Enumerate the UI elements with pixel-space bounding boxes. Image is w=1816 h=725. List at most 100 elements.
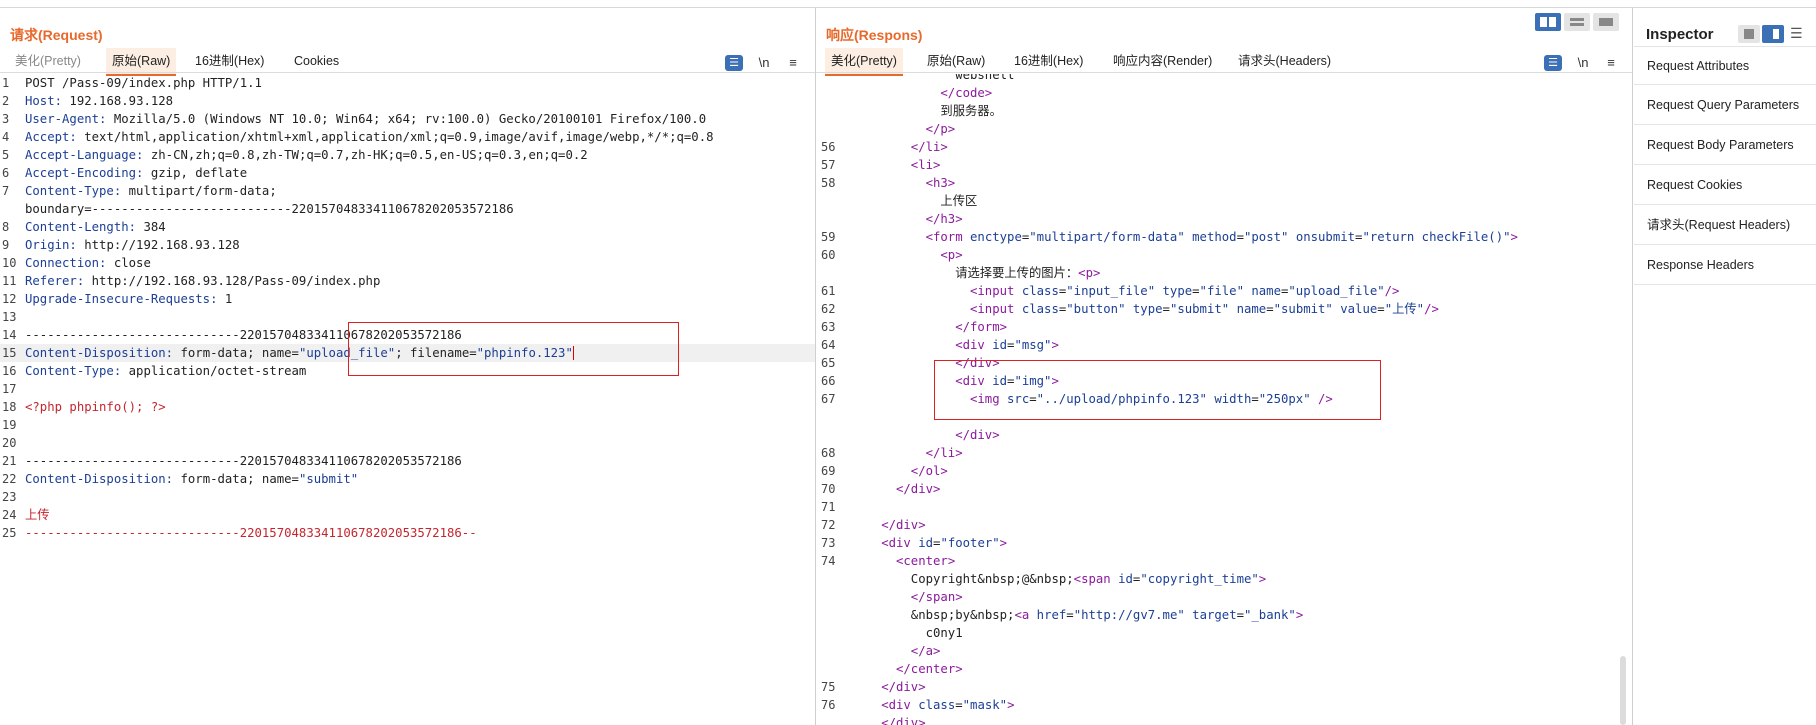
response-line[interactable]: </div> [816, 714, 1632, 725]
tab-response-hex[interactable]: 16进制(Hex) [1010, 48, 1087, 74]
request-line[interactable]: 8 Content-Length: 384 [0, 218, 815, 236]
request-line[interactable]: 23 [0, 488, 815, 506]
request-line[interactable]: 17 [0, 380, 815, 398]
inspector-settings-icon[interactable]: ☰ [1790, 25, 1803, 42]
response-line[interactable]: 74 <center> [816, 552, 1632, 570]
response-line[interactable]: webshell [816, 74, 1632, 84]
wrap-toggle-icon[interactable]: ☰ [725, 55, 743, 71]
tab-response-headers[interactable]: 请求头(Headers) [1234, 48, 1335, 74]
request-line[interactable]: 24 上传 [0, 506, 815, 524]
inspector-request-query-parameters[interactable]: Request Query Parameters [1634, 86, 1816, 125]
request-line[interactable]: 11 Referer: http://192.168.93.128/Pass-09… [0, 272, 815, 290]
response-line[interactable]: 72 </div> [816, 516, 1632, 534]
response-line[interactable]: </code> [816, 84, 1632, 102]
response-line[interactable]: </p> [816, 120, 1632, 138]
response-line[interactable]: </h3> [816, 210, 1632, 228]
request-line[interactable]: 20 [0, 434, 815, 452]
response-line[interactable]: 59 <form enctype="multipart/form-data" me… [816, 228, 1632, 246]
line-text: </ol> [910, 464, 948, 478]
line-text: </div> [955, 428, 1000, 442]
response-line[interactable]: c0ny1 [816, 624, 1632, 642]
response-line[interactable]: 67 <img src="../upload/phpinfo.123" width… [816, 390, 1632, 408]
response-line[interactable]: </span> [816, 588, 1632, 606]
response-line[interactable]: 76 <div class="mask"> [816, 696, 1632, 714]
request-line[interactable]: 14 -----------------------------220157048… [0, 326, 815, 344]
response-line[interactable]: 69 </ol> [816, 462, 1632, 480]
request-line[interactable]: 3 User-Agent: Mozilla/5.0 (Windows NT 10.… [0, 110, 815, 128]
response-line[interactable]: 64 <div id="msg"> [816, 336, 1632, 354]
request-line[interactable]: 25 -----------------------------220157048… [0, 524, 815, 542]
request-editor[interactable]: 1 POST /Pass-09/index.php HTTP/1.1 2 Host: … [0, 74, 815, 725]
single-view-icon[interactable] [1593, 13, 1619, 31]
tab-request-cookies[interactable]: Cookies [290, 48, 343, 74]
line-text: <img src="../upload/phpinfo.123" width="… [970, 392, 1333, 406]
inspector-request-body-parameters[interactable]: Request Body Parameters [1634, 126, 1816, 165]
response-line[interactable]: </a> [816, 642, 1632, 660]
request-line[interactable]: 9 Origin: http://192.168.93.128 [0, 236, 815, 254]
inspector-request-attributes[interactable]: Request Attributes [1634, 46, 1816, 85]
response-line[interactable]: 70 </div> [816, 480, 1632, 498]
request-line[interactable]: 2 Host: 192.168.93.128 [0, 92, 815, 110]
request-line[interactable]: 4 Accept: text/html,application/xhtml+xml… [0, 128, 815, 146]
newline-icon[interactable]: \n [1574, 55, 1592, 71]
response-line[interactable]: &nbsp;by&nbsp;<a href="http://gv7.me" ta… [816, 606, 1632, 624]
response-editor[interactable]: webshell </code> 到服务器。 </p> 56 </li> 57 <li> 58 <… [816, 74, 1632, 725]
response-line[interactable]: </div> [816, 426, 1632, 444]
request-line[interactable]: 12 Upgrade-Insecure-Requests: 1 [0, 290, 815, 308]
response-scrollbar[interactable] [1620, 656, 1626, 725]
request-line[interactable]: 19 [0, 416, 815, 434]
response-line[interactable]: 61 <input class="input_file" type="file" … [816, 282, 1632, 300]
menu-icon[interactable]: ≡ [784, 55, 802, 71]
inspector-layout-left-icon[interactable] [1738, 25, 1760, 43]
stacked-view-icon[interactable] [1564, 13, 1590, 31]
newline-icon[interactable]: \n [755, 55, 773, 71]
line-number: 20 [2, 436, 17, 450]
response-line[interactable] [816, 408, 1632, 426]
response-line[interactable]: 60 <p> [816, 246, 1632, 264]
response-line[interactable]: 63 </form> [816, 318, 1632, 336]
request-line[interactable]: 7 Content-Type: multipart/form-data; [0, 182, 815, 200]
inspector-response-headers[interactable]: Response Headers [1634, 246, 1816, 285]
request-line[interactable]: 18 <?php phpinfo(); ?> [0, 398, 815, 416]
response-line[interactable]: 到服务器。 [816, 102, 1632, 120]
response-line[interactable]: 66 <div id="img"> [816, 372, 1632, 390]
response-line[interactable]: 73 <div id="footer"> [816, 534, 1632, 552]
request-line[interactable]: 22 Content-Disposition: form-data; name="… [0, 470, 815, 488]
request-line[interactable]: 21 -----------------------------220157048… [0, 452, 815, 470]
request-line[interactable]: 15 Content-Disposition: form-data; name="… [0, 344, 815, 362]
response-line[interactable]: 请选择要上传的图片：<p> [816, 264, 1632, 282]
response-line[interactable]: 58 <h3> [816, 174, 1632, 192]
response-line[interactable]: 62 <input class="button" type="submit" na… [816, 300, 1632, 318]
inspector-request-headers[interactable]: 请求头(Request Headers) [1634, 206, 1816, 245]
response-line[interactable]: </center> [816, 660, 1632, 678]
line-text: -----------------------------22015704833… [25, 328, 462, 342]
request-line[interactable]: 13 [0, 308, 815, 326]
response-line[interactable]: 56 </li> [816, 138, 1632, 156]
tab-response-render[interactable]: 响应内容(Render) [1109, 48, 1216, 74]
request-line[interactable]: 5 Accept-Language: zh-CN,zh;q=0.8,zh-TW;q… [0, 146, 815, 164]
tab-request-pretty[interactable]: 美化(Pretty) [11, 48, 85, 74]
request-line[interactable]: 10 Connection: close [0, 254, 815, 272]
line-number: 1 [2, 76, 10, 90]
menu-icon[interactable]: ≡ [1602, 55, 1620, 71]
response-panel: 响应(Respons) 美化(Pretty) 原始(Raw) 16进制(Hex)… [816, 8, 1632, 725]
response-line[interactable]: 65 </div> [816, 354, 1632, 372]
response-line[interactable]: 75 </div> [816, 678, 1632, 696]
inspector-layout-right-icon[interactable] [1762, 25, 1784, 43]
request-line[interactable]: 6 Accept-Encoding: gzip, deflate [0, 164, 815, 182]
split-view-icon[interactable] [1535, 13, 1561, 31]
wrap-toggle-icon[interactable]: ☰ [1544, 55, 1562, 71]
request-line[interactable]: boundary=---------------------------2201… [0, 200, 815, 218]
line-number: 18 [2, 400, 17, 414]
tab-response-raw[interactable]: 原始(Raw) [923, 48, 989, 74]
line-number: 69 [821, 464, 836, 478]
response-line[interactable]: 71 [816, 498, 1632, 516]
response-line[interactable]: 57 <li> [816, 156, 1632, 174]
request-line[interactable]: 16 Content-Type: application/octet-stream [0, 362, 815, 380]
response-line[interactable]: 68 </li> [816, 444, 1632, 462]
response-line[interactable]: 上传区 [816, 192, 1632, 210]
inspector-request-cookies[interactable]: Request Cookies [1634, 166, 1816, 205]
response-line[interactable]: Copyright&nbsp;@&nbsp;<span id="copyrigh… [816, 570, 1632, 588]
tab-request-hex[interactable]: 16进制(Hex) [191, 48, 268, 74]
request-line[interactable]: 1 POST /Pass-09/index.php HTTP/1.1 [0, 74, 815, 92]
